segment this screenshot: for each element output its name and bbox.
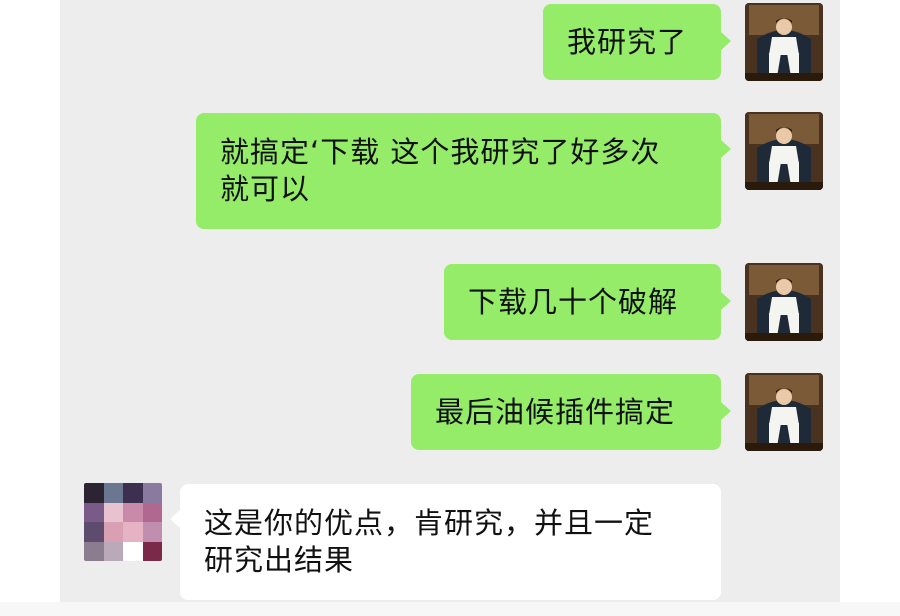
contact-avatar-pixelated[interactable] xyxy=(84,483,162,561)
avatar-pixel xyxy=(123,541,143,561)
avatar-pixel xyxy=(142,483,162,503)
user-avatar-photo[interactable] xyxy=(745,373,823,451)
message-text: 最后油候插件搞定 xyxy=(435,394,676,429)
message-bubble-outgoing[interactable]: 下载几十个破解 xyxy=(444,264,721,340)
bubble-tail xyxy=(721,292,731,310)
avatar-pixel xyxy=(103,502,123,522)
avatar-pixel xyxy=(142,502,162,522)
message-bubble-outgoing[interactable]: 我研究了 xyxy=(543,4,721,80)
avatar-pixel xyxy=(84,522,104,542)
person-photo-icon xyxy=(745,3,823,81)
person-photo-icon xyxy=(745,263,823,341)
message-text: 这是你的优点，肯研究，并且一定 研究出结果 xyxy=(204,506,655,577)
avatar-pixel xyxy=(103,541,123,561)
message-text: 下载几十个破解 xyxy=(468,284,679,319)
message-text: 我研究了 xyxy=(567,24,688,59)
avatar-pixel xyxy=(142,522,162,542)
avatar-pixel xyxy=(123,483,143,503)
bubble-tail xyxy=(721,402,731,420)
bubble-tail xyxy=(170,510,180,528)
message-bubble-incoming[interactable]: 这是你的优点，肯研究，并且一定 研究出结果 xyxy=(180,484,721,600)
avatar-pixel xyxy=(84,541,104,561)
message-text: 就搞定‘下载 这个我研究了好多次 就可以 xyxy=(220,135,661,206)
person-photo-icon xyxy=(745,373,823,451)
avatar-pixel xyxy=(123,502,143,522)
user-avatar-photo[interactable] xyxy=(745,3,823,81)
bubble-tail xyxy=(721,140,731,158)
avatar-pixel xyxy=(142,541,162,561)
message-bubble-outgoing[interactable]: 就搞定‘下载 这个我研究了好多次 就可以 xyxy=(196,113,721,229)
avatar-pixel xyxy=(123,522,143,542)
avatar-pixel xyxy=(103,522,123,542)
person-photo-icon xyxy=(745,112,823,190)
avatar-pixel xyxy=(103,483,123,503)
avatar-pixel xyxy=(84,483,104,503)
avatar-pixel xyxy=(84,502,104,522)
message-bubble-outgoing[interactable]: 最后油候插件搞定 xyxy=(411,374,721,450)
bubble-tail xyxy=(721,32,731,50)
chat-area: 我研究了 就搞定‘下载 这个我研究了好多次 就可以 下载几十个破解 最后油候插件… xyxy=(60,0,840,602)
user-avatar-photo[interactable] xyxy=(745,263,823,341)
user-avatar-photo[interactable] xyxy=(745,112,823,190)
bottom-edge xyxy=(0,602,900,616)
